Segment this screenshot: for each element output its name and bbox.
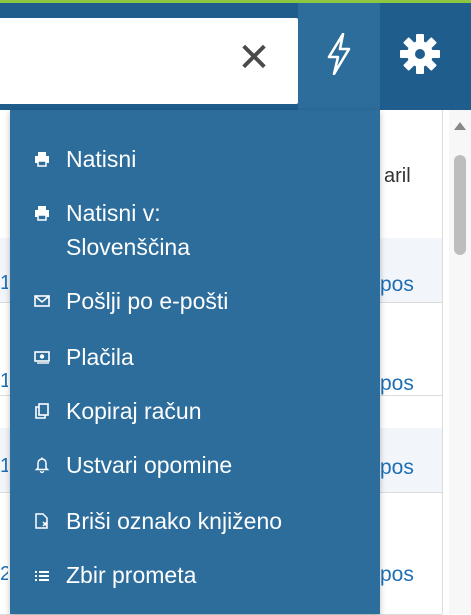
menu-item-label: Natisni v: [66,200,161,226]
column-divider [442,110,443,614]
envelope-icon [34,295,50,307]
menu-item-payments[interactable]: Plačila [10,340,380,374]
printer-icon [35,206,49,221]
money-icon [34,351,50,364]
table-cell: 1 [0,370,8,392]
file-remove-icon [35,513,48,529]
quick-actions-button[interactable] [298,3,380,110]
table-row-link[interactable]: pos [380,372,414,396]
menu-item-send-email[interactable]: Pošlji po e-pošti [10,284,380,318]
printer-icon [35,152,49,167]
bell-icon [34,457,50,474]
menu-item-create-reminders[interactable]: Ustvari opomine [10,448,380,482]
menu-item-label: Briši oznako knjiženo [66,508,283,534]
list-icon [35,571,49,581]
gear-icon [400,34,440,74]
scrollbar-thumb[interactable] [454,155,466,255]
menu-item-remove-posted-mark[interactable]: Briši oznako knjiženo [10,504,380,538]
table-cell: 2 [0,563,8,585]
menu-item-print-in-language[interactable]: Natisni v: Slovenščina [10,196,380,266]
menu-item-label: Kopiraj račun [66,398,202,424]
table-row-link[interactable]: pos [380,456,414,480]
menu-item-label: Pošlji po e-pošti [66,288,229,314]
menu-item-turnover-summary[interactable]: Zbir prometa [10,558,380,592]
menu-item-label: Ustvari opomine [66,452,233,478]
scroll-up-icon[interactable] [454,122,466,130]
lightning-icon [327,33,351,75]
table-row-link[interactable]: pos [380,563,414,587]
actions-dropdown-menu: Natisni Natisni v: Slovenščina Pošlji po… [10,110,380,614]
column-header[interactable]: aril [384,165,411,188]
settings-button[interactable] [392,26,448,82]
menu-item-print[interactable]: Natisni [10,142,380,176]
menu-item-label-language: Slovenščina [66,234,191,260]
menu-item-copy-invoice[interactable]: Kopiraj račun [10,394,380,428]
menu-item-label: Natisni [66,146,137,172]
menu-item-label: Zbir prometa [66,562,197,588]
copy-icon [35,403,49,419]
search-input[interactable]: ✕ [0,18,298,104]
menu-item-label: Plačila [66,344,134,370]
clear-search-icon[interactable]: ✕ [234,38,274,78]
table-row-link[interactable]: pos [380,273,414,297]
table-cell: 1 [0,455,8,477]
table-cell: 1 [0,272,8,294]
